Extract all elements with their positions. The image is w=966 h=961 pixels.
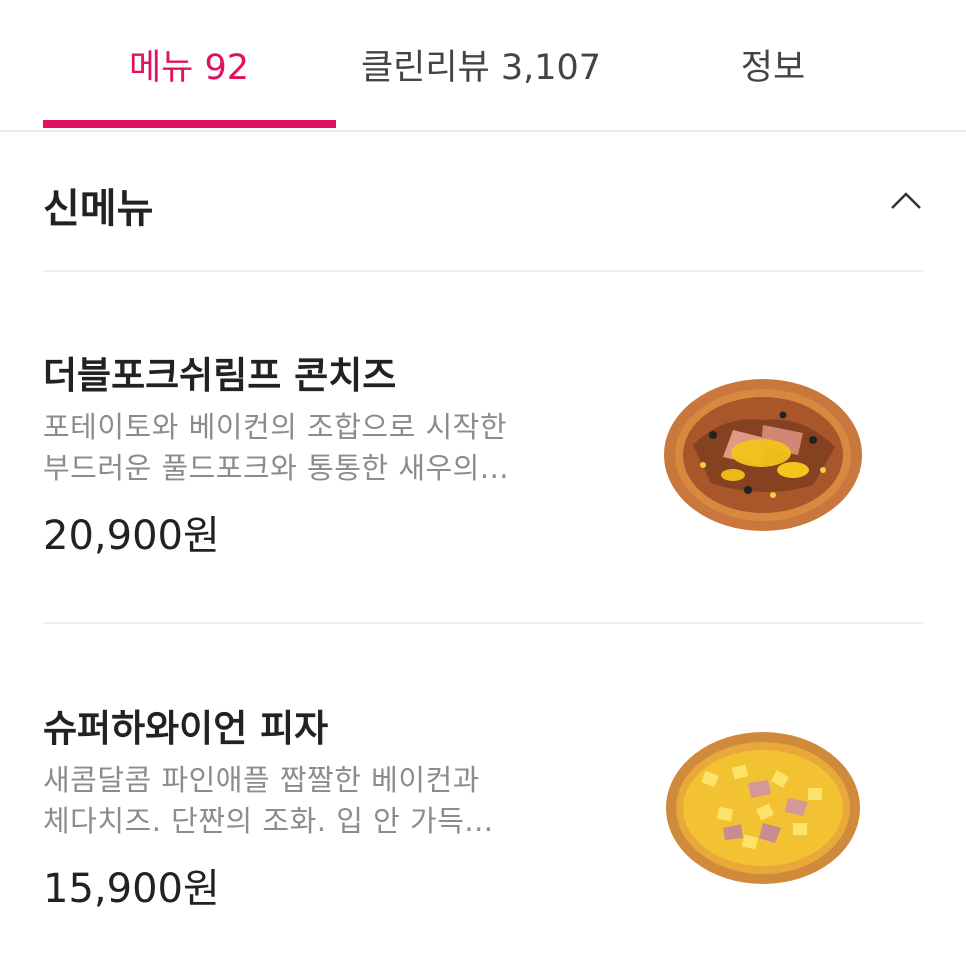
tab-menu[interactable]: 메뉴 92 <box>43 0 335 128</box>
section-header-new-menu[interactable]: 신메뉴 <box>43 140 923 270</box>
pizza-image <box>666 732 860 884</box>
menu-item-description: 새콤달콤 파인애플 짭짤한 베이컨과 체다치즈. 단짠의 조화. 입 안 가득.… <box>43 760 563 842</box>
tab-clean-review[interactable]: 클린리뷰 3,107 <box>335 0 627 128</box>
active-tab-indicator <box>43 120 336 128</box>
menu-item-description-line: 포테이토와 베이컨의 조합으로 시작한 <box>43 410 508 444</box>
pizza-image <box>664 379 862 531</box>
menu-item-description-line: 부드러운 풀드포크와 통통한 새우의... <box>43 451 510 485</box>
tab-bar: 메뉴 92 클린리뷰 3,107 정보 <box>0 0 966 132</box>
menu-item-price: 20,900원 <box>43 513 220 559</box>
menu-item-double-pork-shrimp[interactable]: 더블포크쉬림프 콘치즈 포테이토와 베이컨의 조합으로 시작한 부드러운 풀드포… <box>43 345 923 595</box>
section-title: 신메뉴 <box>43 186 154 232</box>
menu-item-super-hawaiian[interactable]: 슈퍼하와이언 피자 새콤달콤 파인애플 짭짤한 베이컨과 체다치즈. 단짠의 조… <box>43 698 923 948</box>
divider <box>43 622 923 624</box>
menu-item-description-line: 체다치즈. 단짠의 조화. 입 안 가득... <box>43 804 494 838</box>
tab-info[interactable]: 정보 <box>627 0 919 128</box>
chevron-up-icon[interactable] <box>889 184 923 218</box>
menu-item-description: 포테이토와 베이컨의 조합으로 시작한 부드러운 풀드포크와 통통한 새우의..… <box>43 407 563 489</box>
menu-item-name: 슈퍼하와이언 피자 <box>43 707 329 750</box>
divider <box>43 270 923 272</box>
menu-item-price: 15,900원 <box>43 866 220 912</box>
menu-item-description-line: 새콤달콤 파인애플 짭짤한 베이컨과 <box>43 763 480 797</box>
menu-item-name: 더블포크쉬림프 콘치즈 <box>43 354 397 397</box>
